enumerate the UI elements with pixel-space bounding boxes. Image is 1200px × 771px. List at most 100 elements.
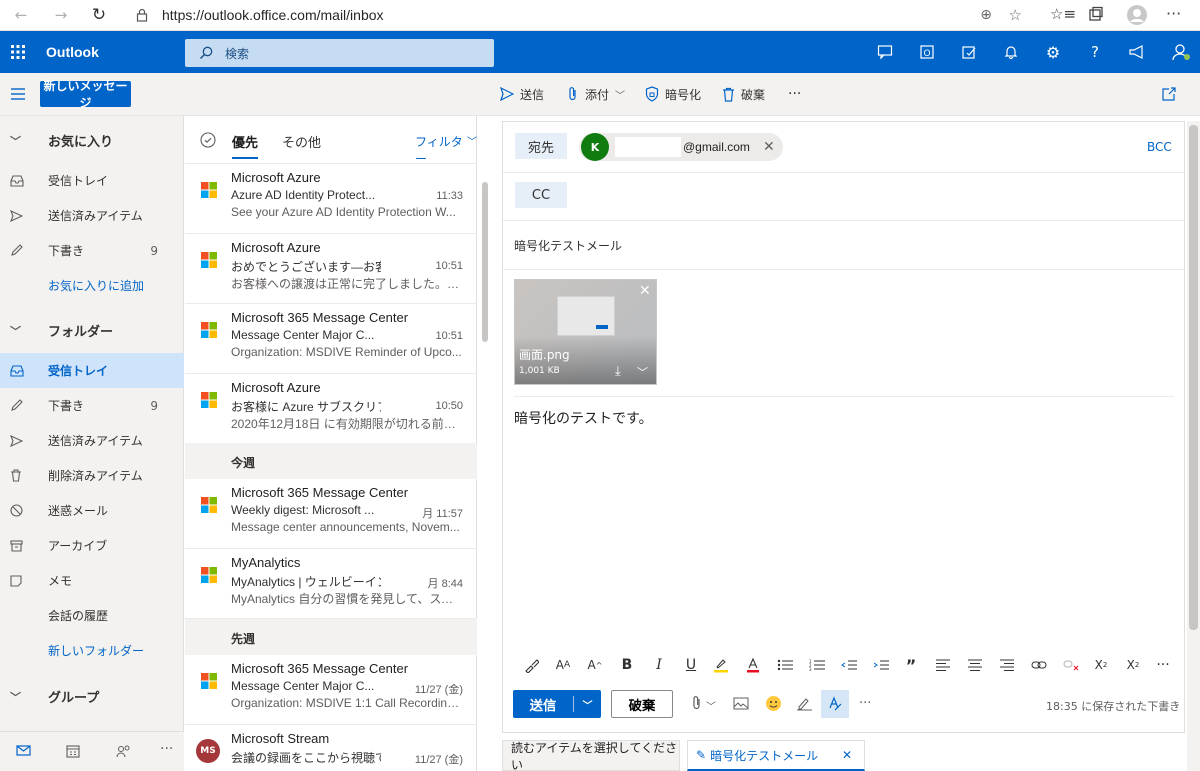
link-icon[interactable] (1029, 656, 1049, 674)
list-item[interactable]: MS Microsoft Stream 会議の録画をここから視聴で... 11/… (185, 725, 477, 771)
reload-icon[interactable]: ↻ (88, 4, 110, 26)
font-size-icon[interactable]: A ^ (585, 656, 605, 674)
tab-reading-pane[interactable]: 読むアイテムを選択してください (502, 740, 680, 771)
format-painter-icon[interactable] (521, 656, 541, 674)
subject-field[interactable]: 暗号化テストメール (514, 237, 622, 254)
highlight-icon[interactable] (711, 656, 731, 674)
increase-indent-icon[interactable] (871, 656, 891, 674)
unlink-icon[interactable] (1061, 656, 1081, 674)
compose-scrollbar-thumb[interactable] (1189, 125, 1198, 630)
editor-icon[interactable] (821, 690, 849, 718)
list-item[interactable]: Microsoft Azure Azure AD Identity Protec… (185, 164, 477, 234)
folder-item-inbox[interactable]: 受信トレイ (0, 353, 184, 388)
list-item[interactable]: Microsoft 365 Message Center Message Cen… (185, 655, 477, 725)
close-icon[interactable]: ✕ (842, 748, 852, 762)
tab-other[interactable]: その他 (282, 132, 321, 151)
underline-icon[interactable]: U (681, 656, 701, 674)
hamburger-icon[interactable] (10, 87, 26, 101)
discard-button[interactable]: 破棄 (611, 690, 673, 718)
folder-item-sent[interactable]: 送信済みアイテム (0, 423, 184, 458)
groups-header[interactable]: ﹀ グループ (0, 679, 184, 714)
todo-icon[interactable] (956, 39, 982, 65)
address-bar[interactable]: https://outlook.office.com/mail/inbox ⊕ … (124, 3, 1036, 28)
bullets-icon[interactable] (775, 656, 795, 674)
signature-icon[interactable] (796, 696, 813, 711)
office-icon[interactable]: O (914, 39, 940, 65)
send-button[interactable]: 送信 ﹀ (513, 690, 601, 718)
list-item[interactable]: Microsoft Azure おめでとうございます—お客... 10:51 お… (185, 234, 477, 304)
bell-icon[interactable] (998, 39, 1024, 65)
more-apps-icon[interactable]: ··· (160, 741, 173, 757)
chevron-down-icon[interactable]: ﹀ (637, 364, 648, 380)
message-body[interactable]: 暗号化のテストです。 (514, 408, 653, 428)
close-icon[interactable]: ✕ (763, 139, 775, 155)
align-right-icon[interactable] (997, 656, 1017, 674)
attachment-card[interactable]: ✕ 画面.png 1,001 KB ⤓ ﹀ (514, 279, 657, 385)
account-icon[interactable] (1168, 39, 1194, 65)
quote-icon[interactable]: ” (901, 656, 921, 675)
align-left-icon[interactable] (933, 656, 953, 674)
fav-item-drafts[interactable]: 下書き 9 (0, 233, 184, 268)
new-folder-link[interactable]: 新しいフォルダー (0, 633, 184, 668)
new-message-button[interactable]: 新しいメッセージ (40, 79, 131, 110)
align-center-icon[interactable] (965, 656, 985, 674)
folder-item-notes[interactable]: メモ (0, 563, 184, 598)
popout-icon[interactable] (1162, 87, 1176, 101)
cc-button[interactable]: CC (515, 182, 567, 208)
tab-focused[interactable]: 優先 (232, 132, 258, 151)
attach-command[interactable]: 添付 ﹀ (567, 85, 625, 103)
close-icon[interactable]: ✕ (639, 283, 651, 299)
browser-menu-icon[interactable]: ··· (1166, 4, 1181, 23)
favorites-header[interactable]: ﹀ お気に入り (0, 123, 184, 158)
list-scrollbar-thumb[interactable] (482, 182, 488, 342)
encrypt-command[interactable]: 暗号化 (645, 85, 701, 103)
folders-header[interactable]: ﹀ フォルダー (0, 313, 184, 348)
send-command[interactable]: 送信 (500, 85, 544, 103)
list-item[interactable]: Microsoft 365 Message Center Message Cen… (185, 304, 477, 374)
recipient-chip[interactable]: K @gmail.com ✕ (579, 133, 783, 161)
calendar-icon[interactable] (66, 744, 80, 758)
numbering-icon[interactable]: 123 (807, 656, 827, 674)
subscript-icon[interactable]: X2 (1123, 656, 1143, 674)
font-icon[interactable]: AA (553, 656, 573, 674)
forward-icon[interactable]: → (50, 4, 72, 26)
gear-icon[interactable]: ⚙ (1040, 39, 1066, 65)
list-item[interactable]: MyAnalytics MyAnalytics | ウェルビーイン... 月 8… (185, 549, 477, 619)
paperclip-icon[interactable] (691, 695, 703, 711)
chevron-down-icon[interactable]: ﹀ (574, 697, 601, 712)
discard-command[interactable]: 破棄 (722, 85, 765, 103)
app-name[interactable]: Outlook (46, 44, 99, 60)
emoji-icon[interactable] (765, 695, 782, 712)
bcc-button[interactable]: BCC (1147, 140, 1172, 154)
folder-item-archive[interactable]: アーカイブ (0, 528, 184, 563)
search-box[interactable]: 検索 (185, 39, 494, 67)
add-tab-icon[interactable]: ⊕ (980, 7, 992, 23)
add-favorite-link[interactable]: お気に入りに追加 (0, 268, 184, 303)
download-icon[interactable]: ⤓ (615, 364, 621, 379)
fav-item-inbox[interactable]: 受信トレイ (0, 163, 184, 198)
back-icon[interactable]: ← (10, 4, 32, 26)
folder-item-junk[interactable]: 迷惑メール (0, 493, 184, 528)
filter-button[interactable]: フィルター ﹀ (415, 133, 477, 167)
favorites-list-icon[interactable]: ☆≡ (1050, 5, 1076, 23)
app-launcher-icon[interactable] (10, 44, 26, 60)
to-button[interactable]: 宛先 (515, 133, 567, 159)
font-color-icon[interactable] (743, 656, 763, 674)
select-all-icon[interactable] (200, 132, 216, 148)
superscript-icon[interactable]: X2 (1091, 656, 1111, 674)
compose-scrollbar[interactable] (1187, 121, 1200, 771)
help-icon[interactable]: ? (1082, 39, 1108, 65)
tab-draft[interactable]: ✎ 暗号化テストメール ✕ (687, 740, 865, 771)
bold-icon[interactable]: B (617, 656, 637, 674)
more-commands-icon[interactable]: ··· (788, 85, 801, 103)
more-format-icon[interactable]: ··· (1153, 656, 1173, 674)
people-icon[interactable] (116, 744, 131, 758)
italic-icon[interactable]: I (649, 656, 669, 674)
more-options-icon[interactable]: ··· (859, 696, 871, 711)
image-icon[interactable] (733, 697, 749, 710)
folder-item-deleted[interactable]: 削除済みアイテム (0, 458, 184, 493)
chevron-down-icon[interactable]: ﹀ (706, 698, 716, 713)
teams-chat-icon[interactable] (872, 39, 898, 65)
mail-icon[interactable] (16, 745, 31, 756)
feedback-icon[interactable] (1124, 39, 1150, 65)
